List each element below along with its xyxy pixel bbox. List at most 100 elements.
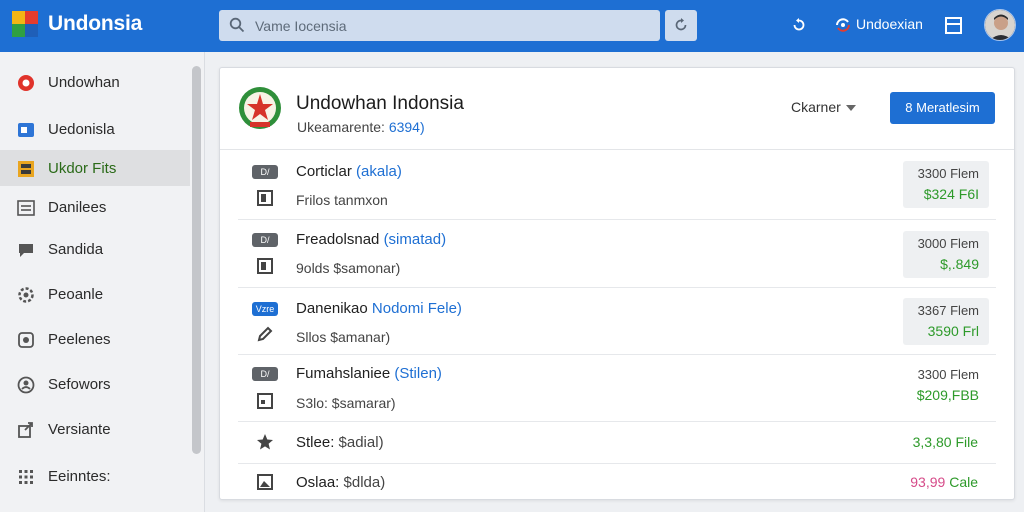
file-subtext: S3lo: $samarar) [296, 395, 396, 411]
panel-icon [945, 17, 962, 34]
file-name-text: Stlee: [296, 434, 335, 451]
file-row[interactable]: D/ Fumahslaniee (Stilen) S3lo: $samarar)… [238, 355, 996, 422]
app-logo [12, 11, 38, 37]
card-subtitle: Ukeamarente: 6394) [297, 119, 425, 135]
file-size-top: 3300 Flem [917, 367, 979, 382]
sidebar-item-label: Peoanle [48, 286, 104, 303]
sort-dropdown[interactable]: Ckarner [791, 99, 856, 115]
sync-icon [675, 18, 687, 31]
refresh-button[interactable] [783, 10, 813, 41]
sidebar-item-peelenes[interactable]: Peelenes [0, 321, 190, 357]
emblem-logo [239, 87, 281, 129]
sidebar-item-danilees[interactable]: Danilees [0, 189, 190, 225]
primary-action-button[interactable]: 8 Meratlesim [890, 92, 995, 124]
file-size-top: 3367 Flem [917, 303, 979, 318]
file-name: Oslaa: $dlda) [296, 474, 385, 491]
file-tag: (akala) [356, 163, 402, 180]
file-row[interactable]: Vzre Danenikao Nodomi Fele) Sllos $amana… [238, 288, 996, 355]
search-icon [229, 17, 245, 33]
file-tag: Nodomi Fele) [371, 300, 462, 317]
document-icon [257, 258, 273, 274]
file-size: 3,3,80 File [912, 434, 978, 450]
card-title: Undowhan Indonsia [296, 93, 464, 114]
file-name: Danenikao Nodomi Fele) [296, 300, 462, 317]
file-size-bottom: 3590 Frl [927, 323, 979, 339]
sidebar-item-peoanle[interactable]: Peoanle [0, 276, 190, 312]
file-size-box: 3000 Flem $,.849 [903, 231, 989, 278]
sort-label: Ckarner [791, 99, 841, 115]
sync-button[interactable] [665, 10, 697, 41]
file-name-text: Fumahslaniee [296, 365, 391, 382]
file-name-text: Corticlar [296, 163, 352, 180]
sidebar-item-eeinntes[interactable]: Eeinntes: [0, 458, 190, 494]
file-name-text: Danenikao [296, 300, 368, 317]
document-icon [257, 393, 273, 409]
refresh-icon [793, 18, 805, 31]
file-name: Stlee: $adial) [296, 434, 384, 451]
sidebar-item-sandida[interactable]: Sandida [0, 231, 190, 267]
file-subtext: $adial) [338, 434, 384, 451]
file-row[interactable]: Oslaa: $dlda) 93,99 Cale [238, 464, 996, 500]
file-size-top: 3000 Flem [917, 236, 979, 251]
share-icon [18, 422, 33, 438]
sidebar-item-label: Versiante [48, 421, 111, 438]
sidebar-scrollbar[interactable] [192, 66, 201, 454]
avatar-image [985, 10, 1015, 40]
record-icon [18, 75, 34, 91]
file-row[interactable]: D/ Corticlar (akala) Frilos tanmxon 3300… [238, 151, 996, 220]
file-type-badge: D/ [252, 165, 278, 179]
file-row[interactable]: Stlee: $adial) 3,3,80 File [238, 422, 996, 464]
sidebar-item-label: Uedonisla [48, 121, 115, 138]
sidebar-item-label: Undowhan [48, 74, 120, 91]
file-subtext: $dlda) [343, 474, 386, 491]
gallery-icon [18, 332, 34, 348]
file-size-bottom: $324 F6I [923, 186, 979, 202]
search-input[interactable] [255, 10, 655, 41]
file-type-badge: Vzre [252, 302, 278, 316]
file-tag: (simatad) [383, 231, 447, 248]
file-name: Fumahslaniee (Stilen) [296, 365, 442, 382]
file-row[interactable]: D/ Freadolsnad (simatad) 9olds $samonar)… [238, 220, 996, 288]
sidebar-item-label: Peelenes [48, 331, 111, 348]
sidebar-item-versiante[interactable]: Versiante [0, 411, 190, 447]
file-name-text: Freadolsnad [296, 231, 380, 248]
sidebar-item-sefowors[interactable]: Sefowors [0, 366, 190, 402]
sidebar: Undowhan Uedonisla Ukdor Fits Danilees S… [0, 52, 205, 512]
grid-icon [19, 470, 33, 484]
file-subtext: Sllos $amanar) [296, 329, 391, 345]
folder-icon [18, 123, 34, 137]
sidebar-item-label: Sandida [48, 241, 104, 258]
panel-toggle-button[interactable] [940, 13, 968, 39]
settings-icon [18, 287, 34, 303]
account-swap-icon [836, 18, 850, 32]
list-icon [17, 200, 35, 216]
file-size-box: 3367 Flem 3590 Frl [903, 298, 989, 345]
file-card: Undowhan Indonsia Ukeamarente: 6394) Cka… [219, 67, 1015, 500]
file-size-top: 3300 Flem [917, 166, 979, 181]
person-icon [17, 376, 35, 394]
file-name: Corticlar (akala) [296, 163, 402, 180]
file-size-bottom: $,.849 [940, 256, 979, 272]
file-size-box: 3300 Flem $324 F6I [903, 161, 989, 208]
search-bar[interactable] [219, 10, 660, 41]
file-subtext: Frilos tanmxon [296, 192, 388, 208]
sidebar-item-label: Danilees [48, 199, 107, 216]
file-size-bottom: $209,FBB [916, 387, 979, 403]
card-subtitle-accent: 6394) [388, 119, 425, 135]
file-size-value: 93,99 [910, 474, 946, 490]
edit-icon [257, 326, 273, 342]
sidebar-item-uedonisla[interactable]: Uedonisla [0, 111, 190, 147]
primary-action-prefix: 8 [905, 100, 917, 115]
document-icon [257, 190, 273, 206]
sidebar-item-ukdor-fits[interactable]: Ukdor Fits [0, 150, 190, 186]
file-cabinet-icon [18, 161, 34, 177]
file-subtext: 9olds $samonar) [296, 260, 401, 276]
sidebar-item-undowhan[interactable]: Undowhan [0, 64, 190, 100]
user-avatar[interactable] [984, 9, 1016, 41]
top-bar: Undonsia Undoexian [0, 0, 1024, 52]
file-name-text: Oslaa: [296, 474, 340, 491]
file-tag: (Stilen) [394, 365, 442, 382]
file-size-unit: Cale [945, 474, 978, 490]
sidebar-item-label: Eeinntes: [48, 468, 111, 485]
image-file-icon [257, 474, 273, 490]
